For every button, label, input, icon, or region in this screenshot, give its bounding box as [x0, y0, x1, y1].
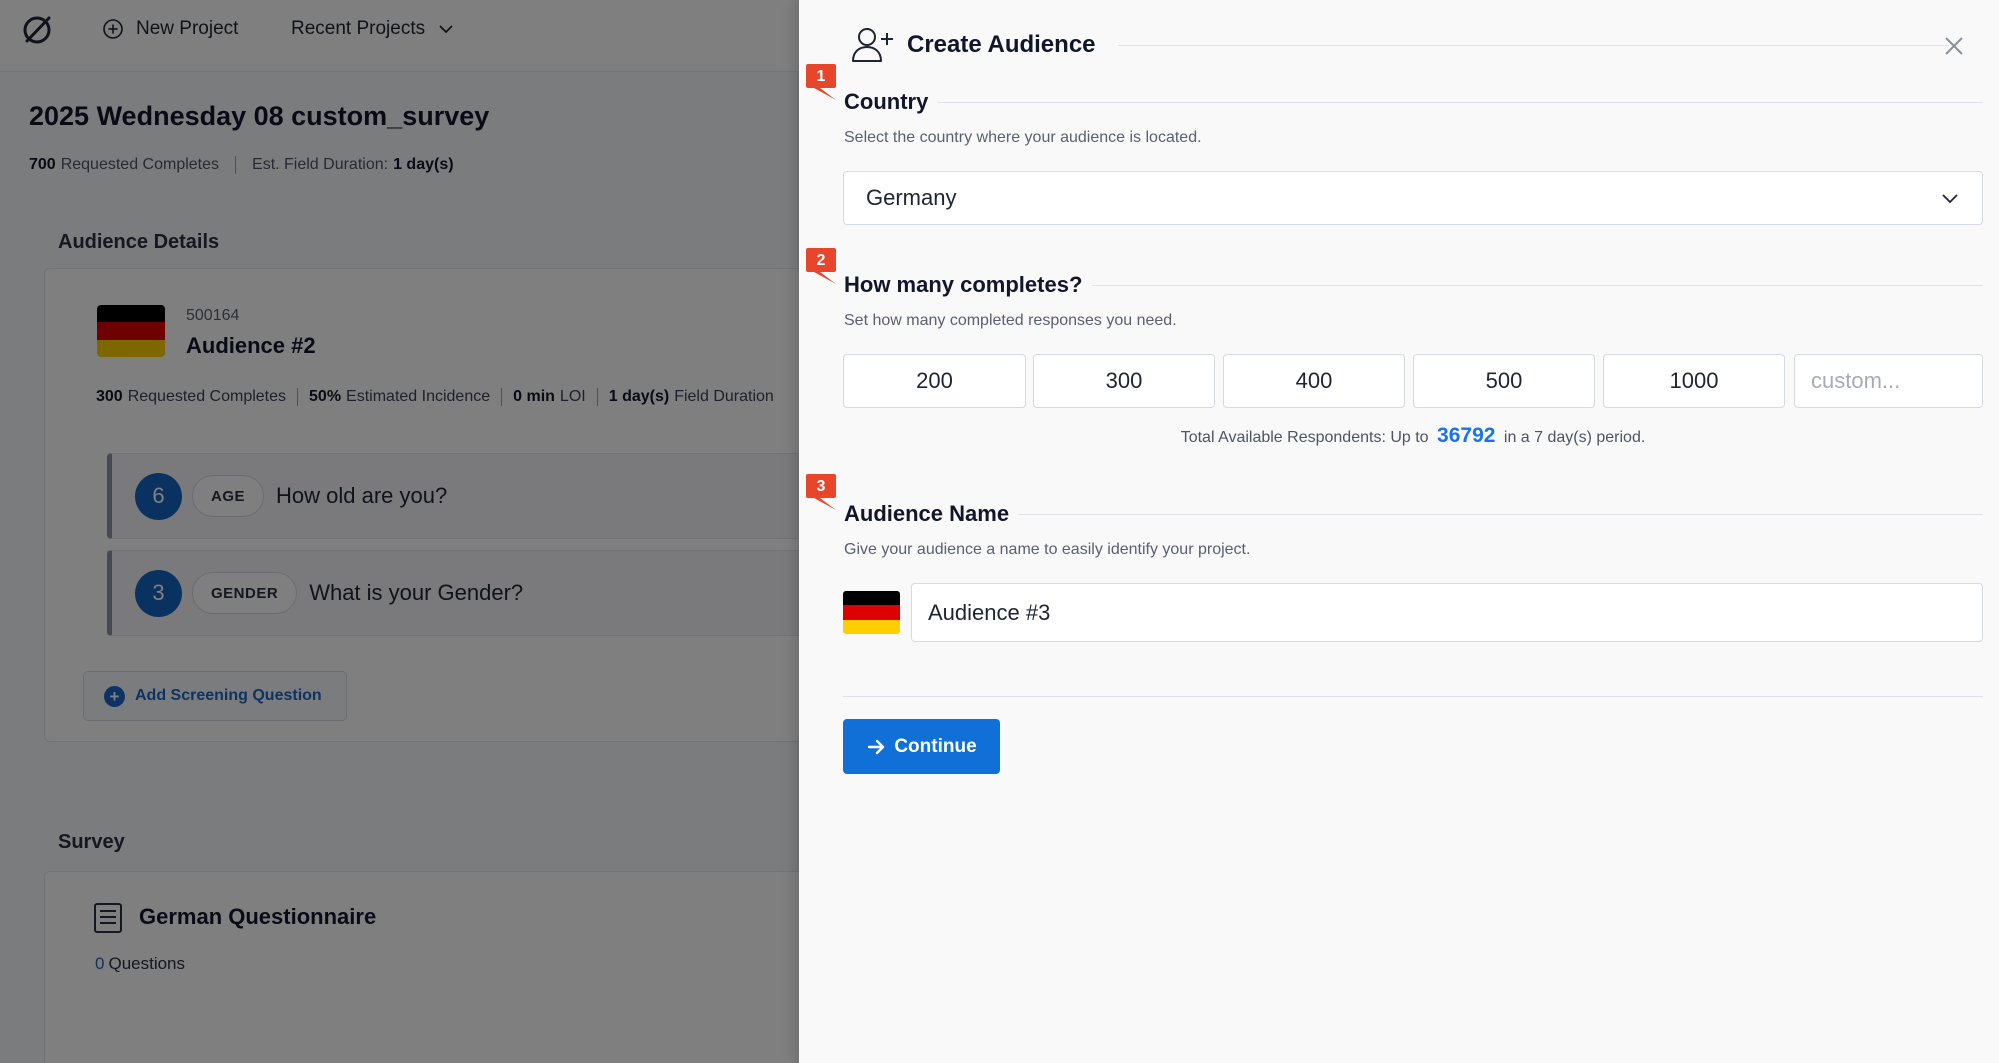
audience-name-input[interactable]	[911, 583, 1983, 642]
available-respondents: Total Available Respondents: Up to 36792…	[843, 424, 1983, 448]
step-1-badge-icon: 1	[806, 64, 836, 100]
create-audience-drawer: Create Audience	[799, 0, 1999, 1063]
step-number: 1	[817, 68, 826, 85]
available-count: 36792	[1437, 424, 1496, 447]
completes-option-button[interactable]: 200	[843, 354, 1026, 408]
completes-section-description: Set how many completed responses you nee…	[844, 312, 1177, 329]
audience-name-section-title: Audience Name	[844, 501, 1983, 527]
germany-flag-icon	[843, 591, 900, 634]
continue-button[interactable]: Continue	[843, 719, 1000, 774]
available-prefix: Total Available Respondents: Up to	[1180, 429, 1429, 446]
completes-option-button[interactable]: 1000	[1603, 354, 1785, 408]
section-divider	[938, 101, 1983, 103]
country-select[interactable]: Germany	[843, 171, 1983, 225]
header-divider	[1117, 44, 1949, 46]
continue-label: Continue	[894, 735, 977, 757]
step-title: Audience Name	[844, 501, 1010, 526]
section-divider	[1019, 513, 1983, 515]
section-divider	[1092, 284, 1983, 286]
completes-option-button[interactable]: 400	[1223, 354, 1405, 408]
step-title: Country	[844, 89, 929, 114]
drawer-header: Create Audience	[851, 22, 1971, 68]
modal-backdrop[interactable]	[0, 0, 799, 1063]
chevron-down-icon	[1942, 194, 1958, 204]
audience-name-section-description: Give your audience a name to easily iden…	[844, 541, 1251, 558]
country-select-value: Germany	[866, 185, 957, 210]
available-suffix: in a 7 day(s) period.	[1503, 429, 1646, 446]
form-divider	[843, 696, 1983, 697]
step-2-badge-icon: 2	[806, 248, 836, 284]
country-section-title: Country	[844, 89, 1983, 115]
completes-section-title: How many completes?	[844, 272, 1983, 298]
close-icon[interactable]	[1942, 34, 1966, 58]
step-3-badge-icon: 3	[806, 474, 836, 510]
step-number: 2	[817, 252, 826, 269]
completes-option-button[interactable]: 300	[1033, 354, 1215, 408]
step-number: 3	[817, 478, 826, 495]
arrow-right-icon	[868, 739, 885, 754]
completes-option-button[interactable]: 500	[1413, 354, 1595, 408]
add-user-icon	[852, 28, 893, 62]
drawer-title: Create Audience	[907, 31, 1096, 58]
country-section-description: Select the country where your audience i…	[844, 129, 1202, 146]
step-title: How many completes?	[844, 272, 1083, 297]
custom-completes-input[interactable]	[1794, 354, 1983, 408]
